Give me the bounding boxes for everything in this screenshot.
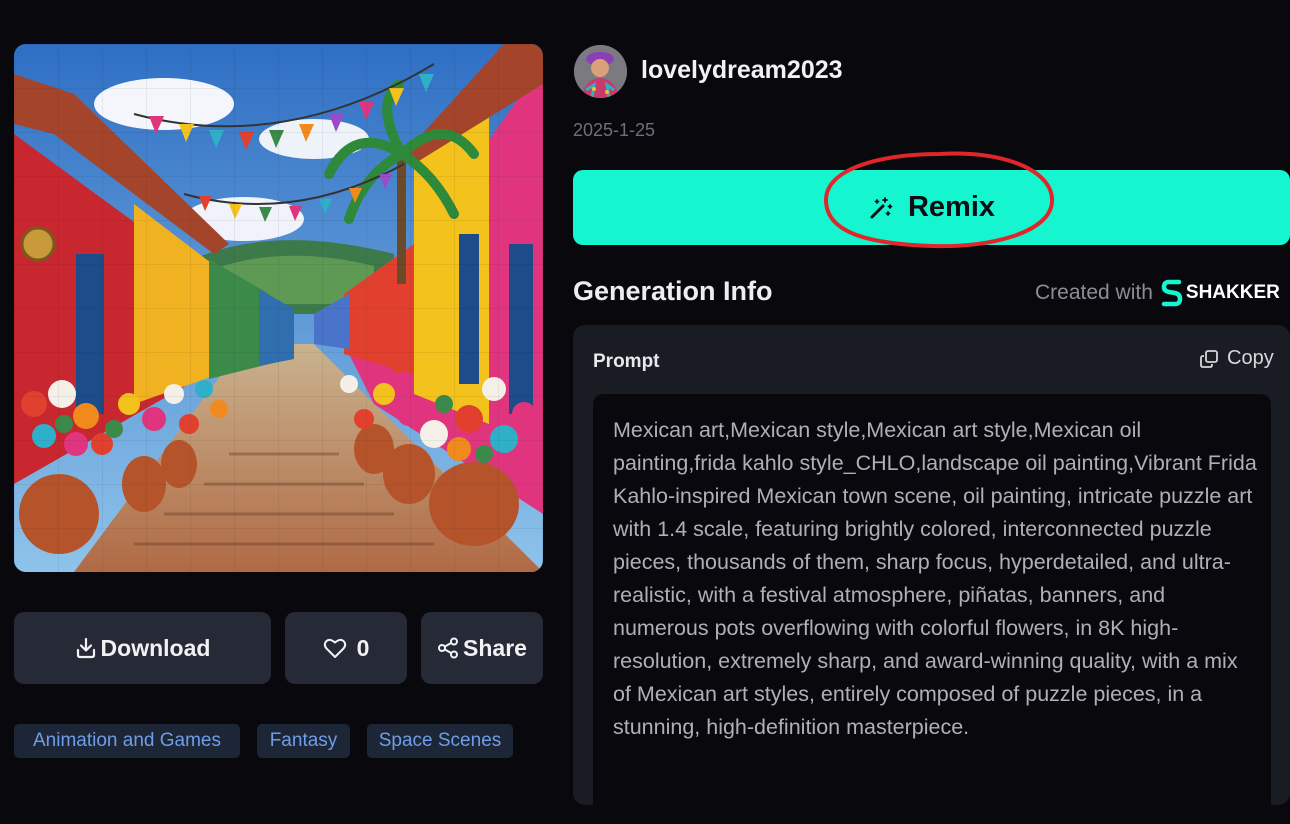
artwork-illustration	[14, 44, 543, 572]
like-button[interactable]: 0	[285, 612, 407, 684]
created-with-label: Created with	[1035, 281, 1153, 304]
download-label: Download	[100, 634, 211, 661]
tag-space-scenes[interactable]: Space Scenes	[367, 724, 513, 758]
avatar-image	[574, 45, 627, 98]
download-button[interactable]: Download	[14, 612, 271, 684]
avatar[interactable]	[574, 45, 627, 98]
prompt-box: Mexican art,Mexican style,Mexican art st…	[593, 394, 1271, 824]
share-button[interactable]: Share	[421, 612, 543, 684]
tag-fantasy[interactable]: Fantasy	[257, 724, 350, 758]
created-with: Created with SHAKKER	[1035, 279, 1280, 307]
magic-wand-icon	[870, 196, 893, 218]
remix-button[interactable]: Remix	[573, 170, 1290, 245]
post-date: 2025-1-25	[573, 120, 656, 140]
generation-info-title: Generation Info	[573, 276, 773, 306]
image-actions: Download 0 Share	[14, 612, 543, 684]
copy-icon	[1200, 349, 1218, 368]
share-label: Share	[463, 634, 527, 661]
copy-button[interactable]: Copy	[1199, 347, 1274, 370]
artwork-image[interactable]	[14, 44, 543, 572]
heart-icon	[323, 638, 346, 658]
tag-animation-and-games[interactable]: Animation and Games	[14, 724, 240, 758]
shakker-logo-icon	[1161, 279, 1183, 307]
shakker-brand-label: SHAKKER	[1185, 282, 1280, 303]
prompt-text: Mexican art,Mexican style,Mexican art st…	[613, 418, 1257, 739]
generation-info-panel: Prompt Copy Mexican art,Mexican style,Me…	[573, 325, 1290, 824]
share-icon	[438, 637, 459, 659]
download-icon	[76, 637, 95, 659]
prompt-label: Prompt	[593, 351, 660, 372]
remix-label: Remix	[907, 191, 996, 223]
shakker-brand[interactable]: SHAKKER	[1161, 279, 1280, 307]
like-count: 0	[356, 634, 370, 661]
copy-label: Copy	[1227, 347, 1274, 369]
username[interactable]: lovelydream2023	[641, 56, 843, 85]
